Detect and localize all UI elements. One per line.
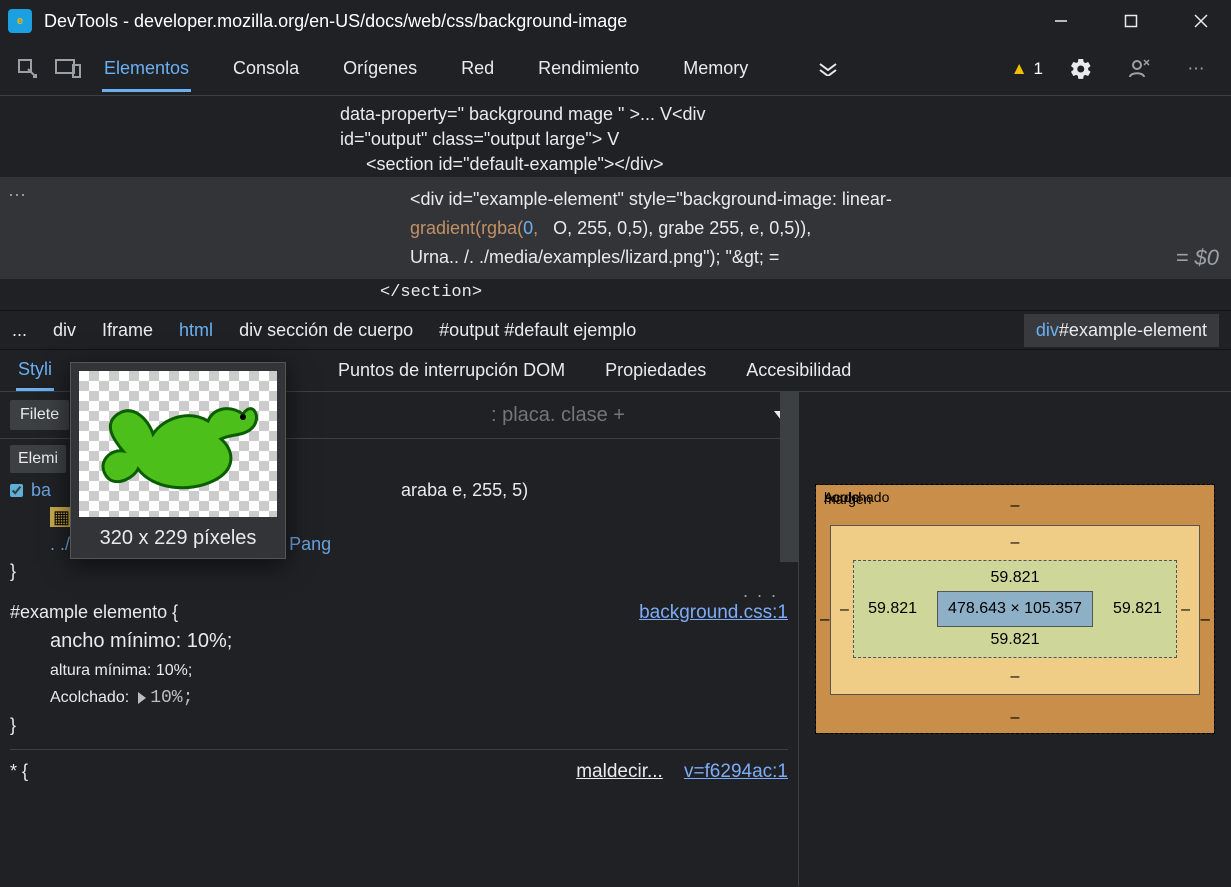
warning-icon: ▲ — [1011, 59, 1028, 79]
border-left[interactable]: – — [840, 601, 849, 619]
source-hint[interactable]: maldecir... — [576, 761, 663, 782]
tab-sources[interactable]: Orígenes — [333, 46, 427, 91]
content-size[interactable]: 478.643 × 105.357 — [937, 591, 1093, 627]
close-button[interactable] — [1179, 6, 1223, 36]
margin-bottom[interactable]: – — [1011, 709, 1020, 727]
rule-menu-icon[interactable]: . . . — [743, 578, 778, 605]
account-icon[interactable] — [1119, 49, 1159, 89]
tab-elements[interactable]: Elementos — [94, 46, 199, 91]
stylesheet-link[interactable]: v=f6294ac:1 — [684, 761, 788, 782]
element-badge: Elemi — [10, 445, 66, 473]
style-toggle-checkbox[interactable] — [10, 484, 23, 497]
dom-selected-node[interactable]: ⋯ <div id="example-element" style="backg… — [0, 177, 1231, 279]
app-icon: e — [8, 9, 32, 33]
titlebar: e DevTools - developer.mozilla.org/en-US… — [0, 0, 1231, 42]
inspect-icon[interactable] — [8, 49, 48, 89]
subtab-dom-breakpoints[interactable]: Puntos de interrupción DOM — [336, 352, 567, 389]
css-value[interactable]: araba e, 255, 5) — [401, 477, 528, 504]
crumb-div[interactable]: div — [53, 320, 76, 341]
border-bottom[interactable]: – — [1011, 668, 1020, 686]
minimize-button[interactable] — [1039, 6, 1083, 36]
dollar-zero: = $0 — [1176, 245, 1219, 271]
styles-panel: Filete Elemi ba Cerca araba e, 255, 5) ,… — [0, 392, 799, 886]
box-model[interactable]: margen – borde – – Acolchado 59.821 59.8… — [815, 484, 1215, 734]
crumb-body[interactable]: div sección de cuerpo — [239, 320, 413, 341]
dom-text: <div id="example-element" style="backgro… — [410, 189, 892, 209]
css-number: 0 — [523, 218, 533, 238]
kebab-icon[interactable]: ⋯ — [1177, 49, 1217, 89]
tab-console[interactable]: Consola — [223, 46, 309, 91]
subtab-accessibility[interactable]: Accesibilidad — [744, 352, 853, 389]
css-value[interactable]: 10%; — [150, 688, 193, 708]
subtab-styles[interactable]: Styli — [16, 351, 54, 391]
tab-network[interactable]: Red — [451, 46, 504, 91]
warning-count: 1 — [1034, 59, 1043, 79]
padding-right[interactable]: 59.821 — [1113, 600, 1162, 618]
more-tabs-icon[interactable] — [808, 49, 848, 89]
padding-bottom[interactable]: 59.821 — [991, 631, 1040, 649]
crumb-output[interactable]: #output #default ejemplo — [439, 320, 636, 341]
css-property[interactable]: Acolchado: — [50, 689, 129, 706]
scrollbar[interactable] — [780, 392, 798, 562]
window-controls — [1039, 6, 1223, 36]
dom-tree[interactable]: data-property=" background mage " >... V… — [0, 96, 1231, 310]
css-property[interactable]: ba — [31, 477, 51, 504]
maximize-button[interactable] — [1109, 6, 1153, 36]
main-toolbar: Elementos Consola Orígenes Red Rendimien… — [0, 42, 1231, 96]
window-title: DevTools - developer.mozilla.org/en-US/d… — [44, 11, 1039, 32]
tab-performance[interactable]: Rendimiento — [528, 46, 649, 91]
crumb-selected[interactable]: div#example-element — [1024, 314, 1219, 347]
crumb-more[interactable]: ... — [12, 320, 27, 341]
margin-top[interactable]: – — [1011, 497, 1020, 515]
css-declaration[interactable]: ancho mínimo: 10%; — [50, 630, 232, 652]
breadcrumb: ... div Iframe html div sección de cuerp… — [0, 310, 1231, 350]
image-preview-popover: 320 x 229 píxeles — [70, 362, 286, 559]
padding-left[interactable]: 59.821 — [868, 600, 917, 618]
tab-memory[interactable]: Memory — [673, 46, 758, 91]
border-right[interactable]: – — [1181, 601, 1190, 619]
crumb-tag: div — [1036, 320, 1059, 340]
dom-line[interactable]: <section id="default-example"></div> — [0, 152, 1231, 177]
crumb-html[interactable]: html — [179, 320, 213, 341]
css-function: rgba — [481, 218, 517, 238]
dom-line[interactable]: id="output" class="output large"> V — [0, 127, 1231, 152]
device-icon[interactable] — [48, 49, 88, 89]
class-input[interactable] — [491, 404, 756, 427]
css-declaration[interactable]: altura mínima: 10%; — [50, 662, 192, 679]
padding-top[interactable]: 59.821 — [991, 569, 1040, 587]
subtab-properties[interactable]: Propiedades — [603, 352, 708, 389]
dom-text: Urna.. /. ./media/examples/lizard.png");… — [410, 247, 779, 267]
dom-line[interactable]: </section> — [0, 279, 1231, 308]
crumb-iframe[interactable]: Iframe — [102, 320, 153, 341]
panel-tabs: Elementos Consola Orígenes Red Rendimien… — [94, 46, 1011, 91]
dom-line[interactable]: data-property=" background mage " >... V… — [0, 102, 1231, 127]
lizard-icon — [93, 389, 263, 499]
computed-panel: margen – borde – – Acolchado 59.821 59.8… — [799, 392, 1231, 886]
margin-left[interactable]: – — [820, 609, 829, 629]
expand-icon[interactable] — [138, 692, 146, 704]
image-dimensions: 320 x 229 píxeles — [79, 527, 277, 550]
dom-text: O, 255, 0,5), grabe 255, e, 0,5)), — [553, 218, 811, 238]
css-function: gradient — [410, 218, 475, 238]
crumb-id: #example-element — [1059, 320, 1207, 340]
margin-right[interactable]: – — [1201, 609, 1210, 629]
warning-badge[interactable]: ▲ 1 — [1011, 59, 1043, 79]
settings-icon[interactable] — [1061, 49, 1101, 89]
image-preview — [79, 371, 277, 517]
border-top[interactable]: – — [1011, 534, 1020, 552]
expand-dots[interactable]: ⋯ — [8, 185, 40, 206]
padding-label: Acolchado — [824, 489, 889, 505]
filter-button[interactable]: Filete — [10, 400, 69, 430]
